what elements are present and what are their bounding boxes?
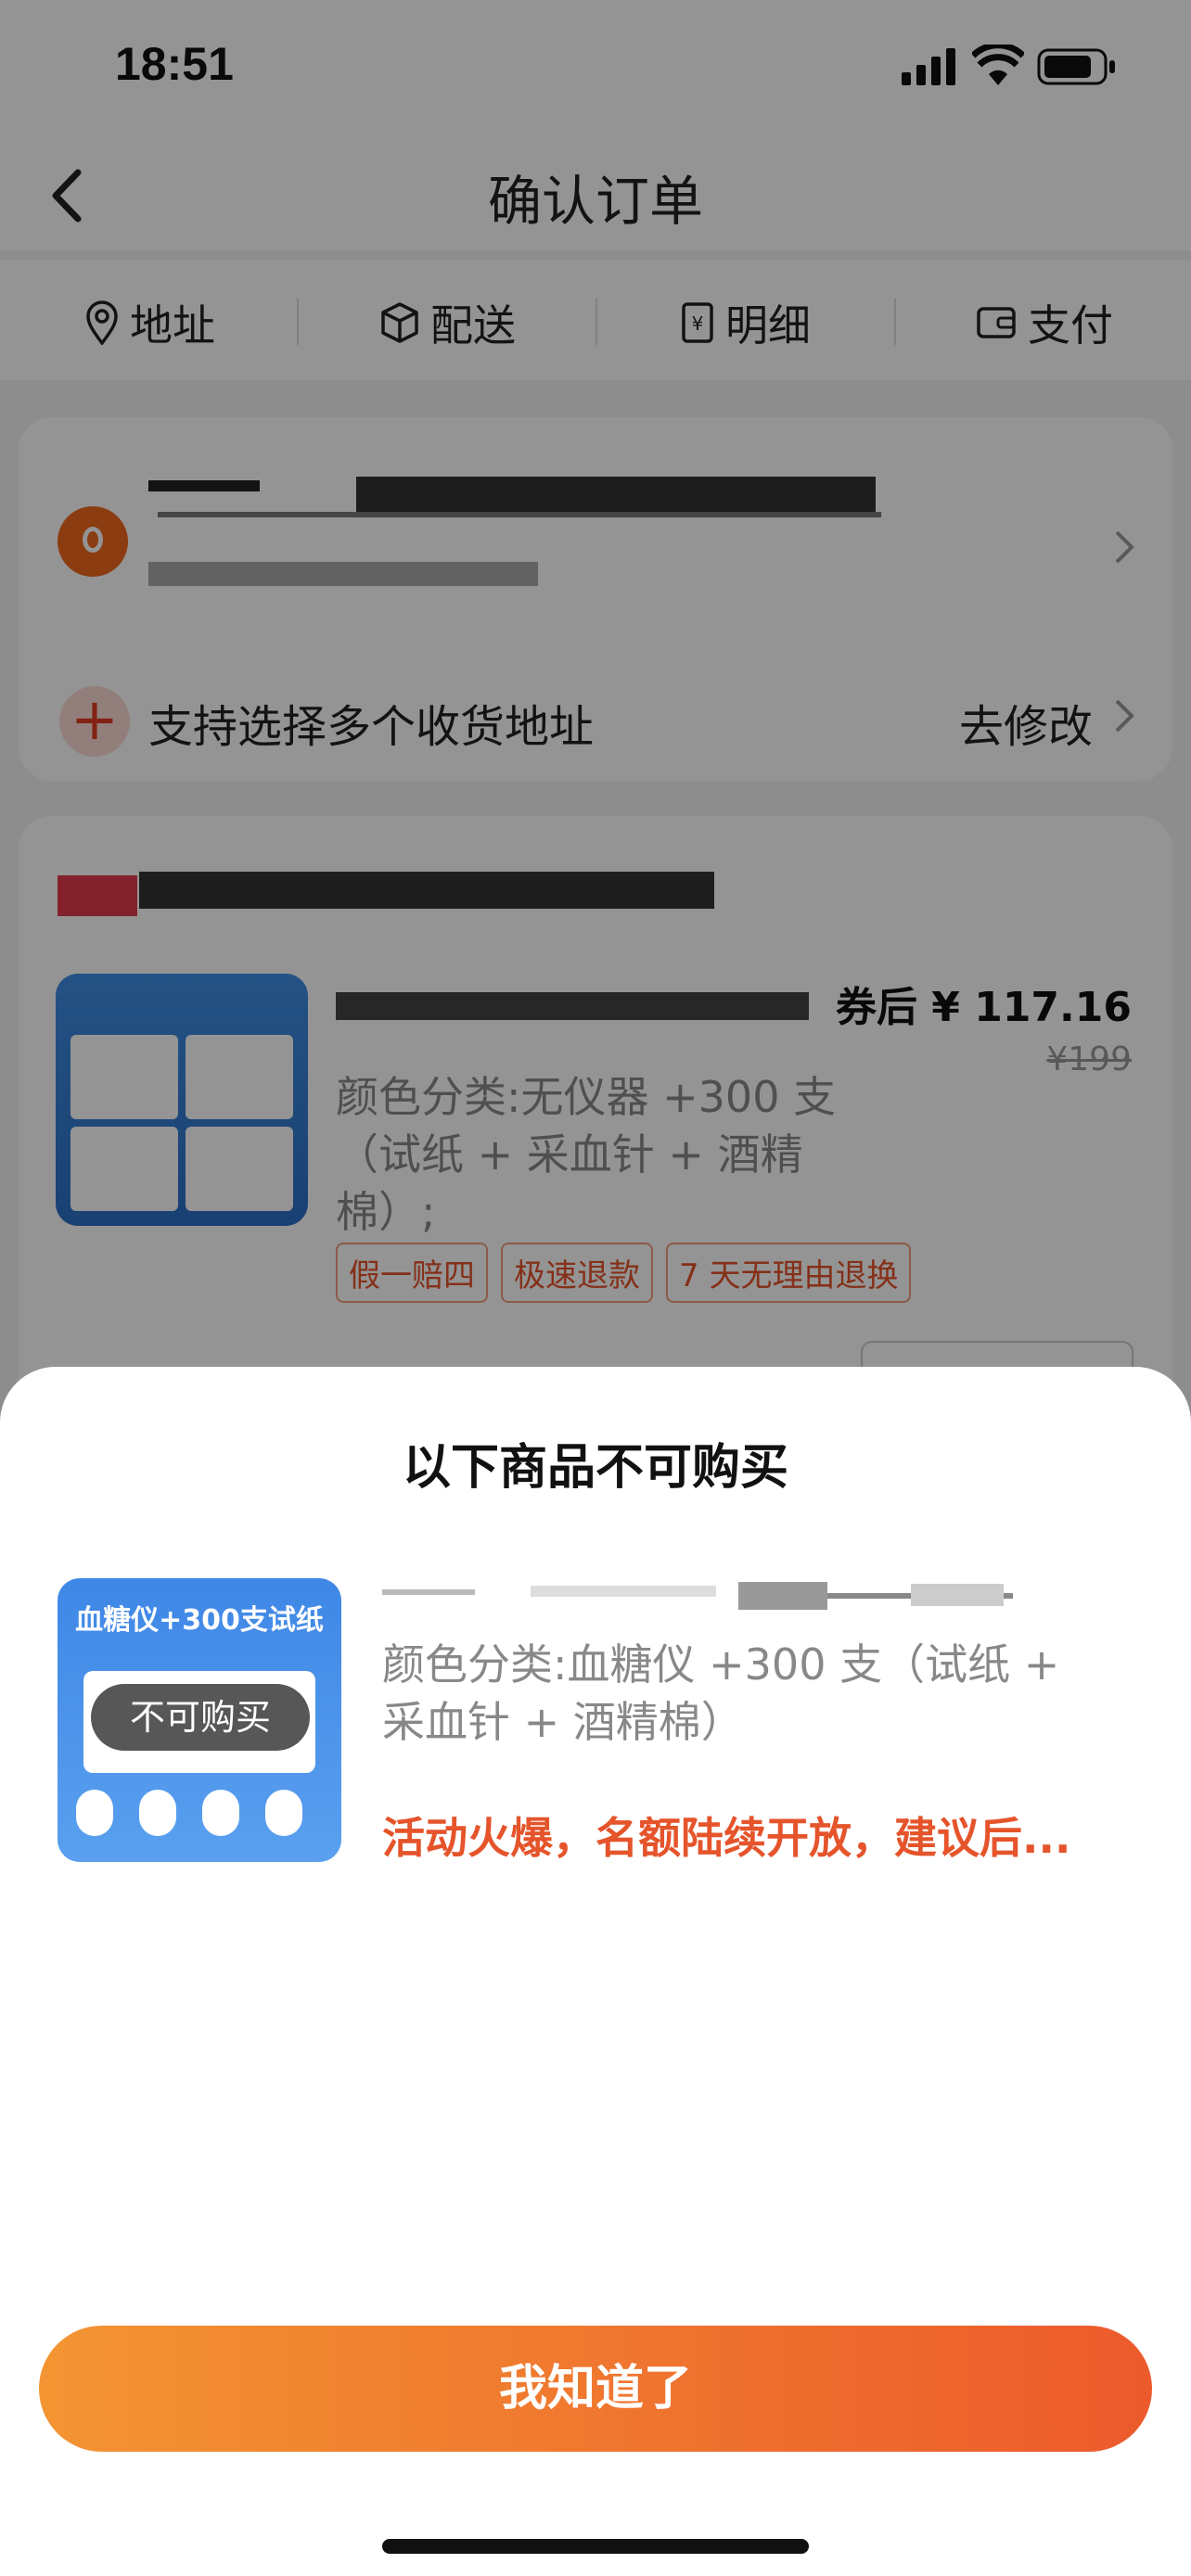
thumb-title: 血糖仪+300支试纸 [75, 1604, 324, 1637]
unavailable-items-sheet: 以下商品不可购买 血糖仪+300支试纸 不可购买 颜色分类:血糖仪 +300 支… [0, 1367, 1191, 2576]
home-indicator [382, 2539, 809, 2554]
acknowledge-button[interactable]: 我知道了 [39, 2326, 1152, 2452]
order-confirm-page: 18:51 确认订单 地址 配送 ¥ 明细 支付 + 支持选择多个收货地址 去修… [0, 0, 1191, 2576]
redacted-product-title [382, 1582, 1013, 1610]
sheet-title: 以下商品不可购买 [402, 1440, 788, 1496]
unavailable-product-image: 血糖仪+300支试纸 不可购买 [58, 1578, 341, 1862]
thumb-items [76, 1790, 302, 1836]
unavailable-product-spec: 颜色分类:血糖仪 +300 支（试纸 + 采血针 + 酒精棉） [382, 1639, 1060, 1747]
not-purchasable-badge: 不可购买 [91, 1684, 310, 1751]
unavailable-reason: 活动火爆，名额陆续开放，建议后... [382, 1813, 1071, 1863]
